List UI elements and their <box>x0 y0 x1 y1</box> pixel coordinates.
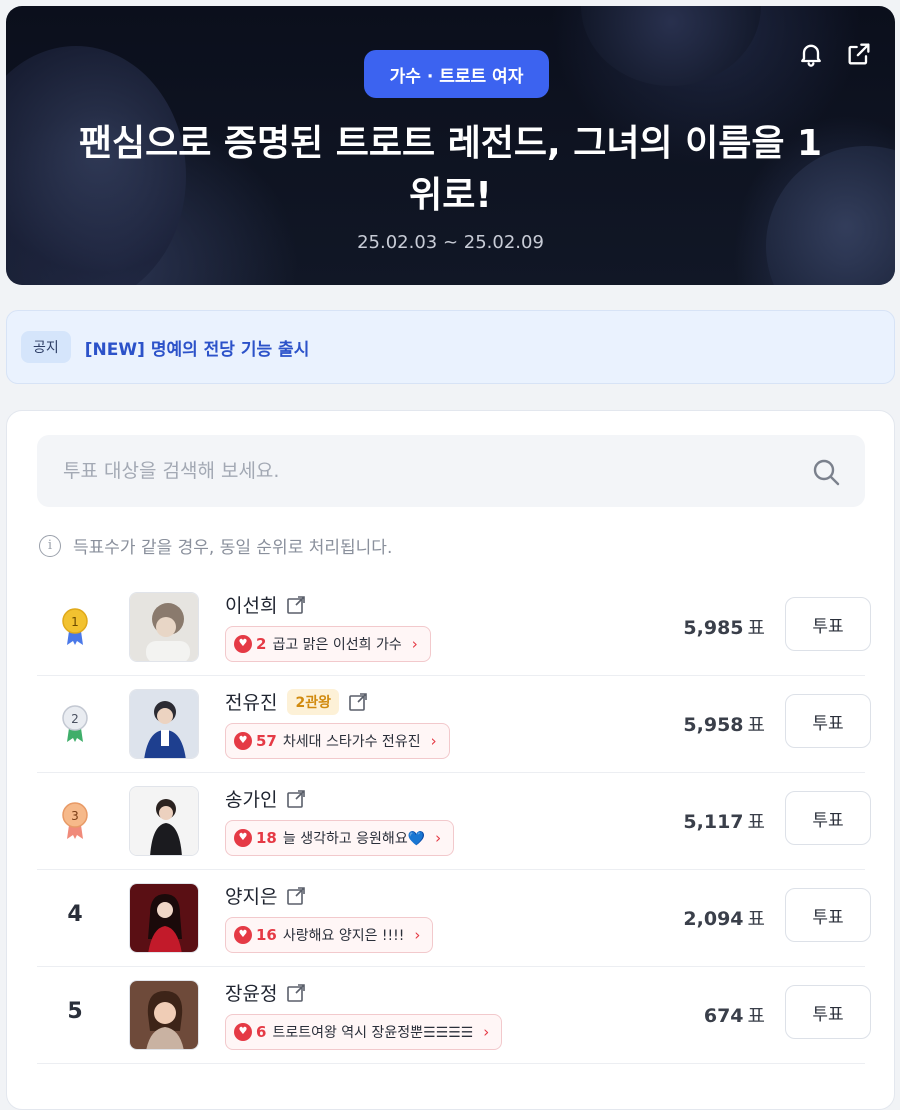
cheer-text: 늘 생각하고 응원해요💙 <box>282 831 426 847</box>
vote-number: 5,117 <box>683 811 744 833</box>
vote-button[interactable]: 투표 <box>785 694 871 748</box>
tie-info: i 득표수가 같을 경우, 동일 순위로 처리됩니다. <box>39 533 392 558</box>
cheer-message[interactable]: ♥ 2 곱고 맑은 이선희 가수 › <box>225 626 431 662</box>
cheer-count: 6 <box>256 1023 267 1041</box>
ranking-row: 1 이선희 ♥ 2 곱고 맑은 이선희 가수 › 5,985 표 투표 <box>37 579 871 676</box>
gold-medal-icon: 1 <box>62 608 88 645</box>
cheer-message[interactable]: ♥ 18 늘 생각하고 응원해요💙 › <box>225 820 455 856</box>
cheer-message[interactable]: ♥ 16 사랑해요 양지은 !!!! › <box>225 917 434 953</box>
cheer-count: 16 <box>256 926 277 944</box>
chevron-right-icon: › <box>435 829 442 847</box>
vote-unit: 표 <box>747 714 765 736</box>
vote-button[interactable]: 투표 <box>785 597 871 651</box>
chevron-right-icon: › <box>430 732 437 750</box>
artist-name[interactable]: 장윤정 <box>225 979 277 1006</box>
name-line: 전유진 2관왕 <box>225 688 369 715</box>
vote-count: 5,117 표 <box>683 807 765 834</box>
cheer-text: 트로트여왕 역시 장윤정뿐☰☰☰☰ <box>272 1025 474 1041</box>
share-icon[interactable] <box>845 40 873 72</box>
rank-number: 5 <box>67 999 83 1024</box>
rank-number: 4 <box>67 902 83 927</box>
rank-number: 1 <box>71 615 79 629</box>
heart-icon: ♥ <box>234 926 252 944</box>
heart-icon: ♥ <box>234 829 252 847</box>
external-link-icon[interactable] <box>285 885 307 907</box>
vote-number: 674 <box>703 1005 744 1027</box>
cheer-count: 57 <box>256 732 277 750</box>
artist-name[interactable]: 양지은 <box>225 882 277 909</box>
title-badge: 2관왕 <box>287 688 339 715</box>
vote-unit: 표 <box>747 811 765 833</box>
avatar[interactable] <box>129 689 199 759</box>
hero-decoration <box>581 6 761 86</box>
bell-icon[interactable] <box>797 40 825 72</box>
avatar[interactable] <box>129 786 199 856</box>
vote-unit: 표 <box>747 1005 765 1027</box>
search-input[interactable] <box>63 460 763 482</box>
ranking-row: 4 양지은 ♥ 16 사랑해요 양지은 !!!! › 2,094 표 투표 <box>37 870 871 967</box>
external-link-icon[interactable] <box>285 788 307 810</box>
ranking-row: 3 송가인 ♥ 18 늘 생각하고 응원해요💙 › 5,117 표 투표 <box>37 773 871 870</box>
vote-count: 2,094 표 <box>683 904 765 931</box>
vote-count: 5,985 표 <box>683 613 765 640</box>
vote-number: 5,958 <box>683 714 744 736</box>
vote-unit: 표 <box>747 908 765 930</box>
vote-button[interactable]: 투표 <box>785 791 871 845</box>
external-link-icon[interactable] <box>285 594 307 616</box>
rank-number: 3 <box>71 809 79 823</box>
rank-number: 2 <box>71 712 79 726</box>
avatar[interactable] <box>129 980 199 1050</box>
ranking-card: i 득표수가 같을 경우, 동일 순위로 처리됩니다. 1 이선희 ♥ 2 곱고… <box>6 410 895 1110</box>
artist-name[interactable]: 이선희 <box>225 591 277 618</box>
heart-icon: ♥ <box>234 635 252 653</box>
hero-banner: 가수 · 트로트 여자 팬심으로 증명된 트로트 레전드, 그녀의 이름을 1위… <box>6 6 895 285</box>
heart-icon: ♥ <box>234 732 252 750</box>
cheer-text: 사랑해요 양지은 !!!! <box>282 928 405 944</box>
ranking-row: 5 장윤정 ♥ 6 트로트여왕 역시 장윤정뿐☰☰☰☰ › 674 표 투표 <box>37 967 871 1064</box>
notice-text[interactable]: [NEW] 명예의 전당 기능 출시 <box>85 335 310 360</box>
vote-number: 5,985 <box>683 617 744 639</box>
date-range: 25.02.03 ~ 25.02.09 <box>357 232 544 253</box>
artist-name[interactable]: 전유진 <box>225 688 277 715</box>
notice-tag: 공지 <box>21 331 71 363</box>
chevron-right-icon: › <box>411 635 418 653</box>
vote-count: 674 표 <box>704 1001 765 1028</box>
external-link-icon[interactable] <box>347 691 369 713</box>
name-line: 장윤정 <box>225 979 307 1006</box>
search-icon[interactable] <box>811 457 841 487</box>
cheer-count: 2 <box>256 635 267 653</box>
notice-banner[interactable]: 공지 [NEW] 명예의 전당 기능 출시 <box>6 310 895 384</box>
info-icon: i <box>39 534 61 557</box>
hero-actions <box>797 40 873 72</box>
ranking-list: 1 이선희 ♥ 2 곱고 맑은 이선희 가수 › 5,985 표 투표 2 전유… <box>37 579 871 1064</box>
heart-icon: ♥ <box>234 1023 252 1041</box>
vote-unit: 표 <box>747 617 765 639</box>
name-line: 송가인 <box>225 785 307 812</box>
category-badge: 가수 · 트로트 여자 <box>364 50 549 98</box>
chevron-right-icon: › <box>414 926 421 944</box>
external-link-icon[interactable] <box>285 982 307 1004</box>
cheer-text: 차세대 스타가수 전유진 <box>282 734 421 750</box>
vote-count: 5,958 표 <box>683 710 765 737</box>
cheer-text: 곱고 맑은 이선희 가수 <box>272 637 402 653</box>
vote-button[interactable]: 투표 <box>785 888 871 942</box>
bronze-medal-icon: 3 <box>62 802 88 839</box>
cheer-count: 18 <box>256 829 277 847</box>
vote-button[interactable]: 투표 <box>785 985 871 1039</box>
name-line: 양지은 <box>225 882 307 909</box>
avatar[interactable] <box>129 883 199 953</box>
ranking-row: 2 전유진 2관왕 ♥ 57 차세대 스타가수 전유진 › 5,958 표 투표 <box>37 676 871 773</box>
chevron-right-icon: › <box>483 1023 490 1041</box>
avatar[interactable] <box>129 592 199 662</box>
page-title: 팬심으로 증명된 트로트 레전드, 그녀의 이름을 1위로! <box>78 123 823 216</box>
vote-number: 2,094 <box>683 908 744 930</box>
silver-medal-icon: 2 <box>62 705 88 742</box>
tie-info-text: 득표수가 같을 경우, 동일 순위로 처리됩니다. <box>73 538 393 558</box>
name-line: 이선희 <box>225 591 307 618</box>
artist-name[interactable]: 송가인 <box>225 785 277 812</box>
cheer-message[interactable]: ♥ 6 트로트여왕 역시 장윤정뿐☰☰☰☰ › <box>225 1014 503 1050</box>
cheer-message[interactable]: ♥ 57 차세대 스타가수 전유진 › <box>225 723 450 759</box>
search-bar <box>37 435 865 507</box>
